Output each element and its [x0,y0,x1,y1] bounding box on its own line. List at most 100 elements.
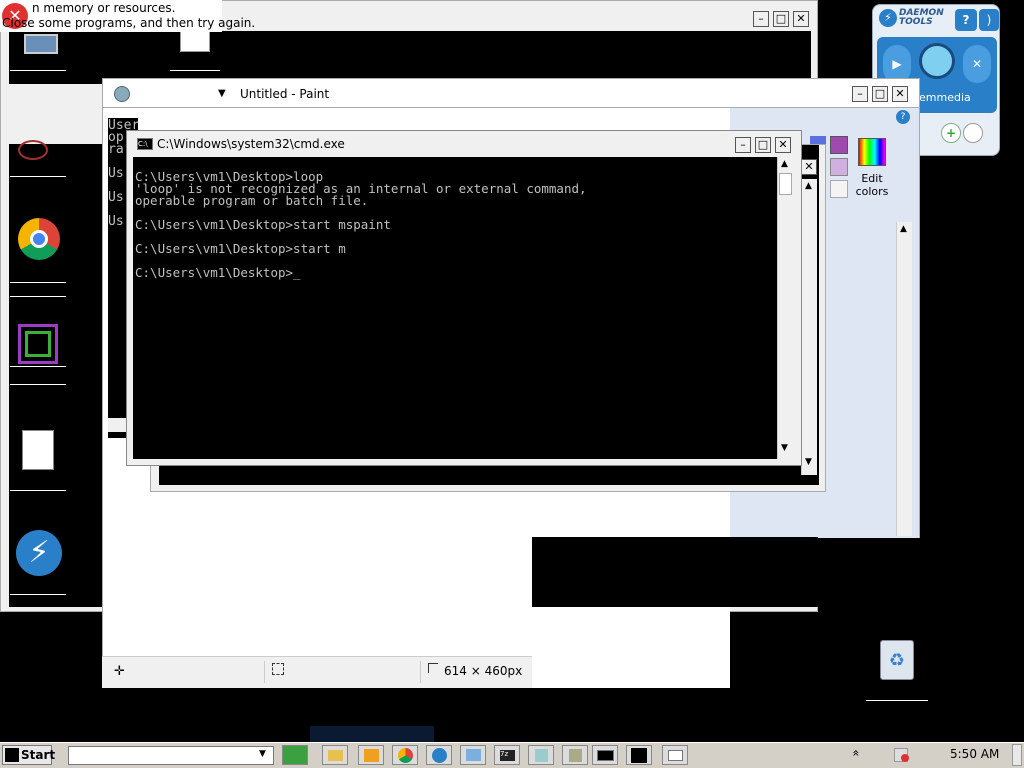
start-icon [5,748,19,762]
color-swatch-purple[interactable] [830,136,848,154]
tray-network-icon[interactable] [894,748,909,762]
desktop-icon-computer[interactable] [8,20,68,100]
daemon-small-icon [432,748,447,763]
daemon-help-button[interactable]: ? [955,9,977,31]
desktop-icon-network[interactable] [8,110,68,190]
bg-cmd-line-5: Us [108,214,124,229]
paint-small-icon [668,750,683,761]
cmd-line-6: C:\Users\vm1\Desktop>start m [135,241,346,256]
edit-colors-label: Edit colors [855,172,889,198]
maximize-button[interactable]: □ [773,11,789,27]
daemon-logo-text: DAEMON TOOLS [899,8,944,27]
cmd-small-icon [597,750,614,761]
scroll-thumb[interactable] [779,173,792,195]
cmd-console[interactable]: C:\Users\vm1\Desktop>loop 'loop' is not … [133,157,777,459]
cmd-close-button[interactable]: ✕ [775,137,791,153]
network-shortcut-icon [18,140,48,160]
taskbar-vm-button[interactable] [460,745,486,765]
cmd-title: C:\Windows\system32\cmd.exe [157,137,345,151]
paint-close-button[interactable]: ✕ [892,86,908,102]
error-popup: ✕ n memory or resources. Close some prog… [0,0,255,32]
chrome-icon [18,218,60,260]
settings-wrench-button[interactable]: ✕ [963,45,991,83]
paint-title: Untitled - Paint [240,87,330,101]
text-file-icon [22,430,54,470]
cmd-minimize-button[interactable]: – [735,137,751,153]
combo-dropdown-icon[interactable]: ▼ [259,749,266,759]
daemon-lock-button[interactable] [963,123,983,143]
error-line1: n memory or resources. [32,1,176,15]
virtual-windows-icon [18,324,58,364]
taskbar-window-button[interactable] [626,745,652,765]
tray-clock[interactable]: 5:50 AM [950,747,999,761]
chrome-small-icon [398,748,413,763]
color-swatch-lavender[interactable] [830,158,848,176]
taskbar-media-button[interactable] [358,745,384,765]
taskbar-daemon-button[interactable] [426,745,452,765]
cmd-line-4: C:\Users\vm1\Desktop>start mspaint [135,217,391,232]
computer-icon [24,34,58,54]
start-label: Start [21,748,56,762]
scroll-up-icon[interactable]: ▲ [781,159,788,169]
move-cursor-icon: ✛ [114,664,125,679]
canvas-size-text: 614 × 460px [444,664,523,678]
taskbar-notepad-button[interactable] [528,745,554,765]
cmd-window[interactable]: C:\ C:\Windows\system32\cmd.exe – □ ✕ C:… [126,130,802,466]
bg-cmd-line-4: Us [108,190,124,205]
color-swatch-empty[interactable] [830,180,848,198]
vm-icon [466,749,481,761]
taskbar-paint-button[interactable] [662,745,688,765]
media-player-icon [364,749,379,762]
quick-access-dropdown-icon[interactable]: ▼ [218,88,226,99]
bg-cmd-line-2: ra [108,142,124,157]
desktop-icon-chrome[interactable] [8,212,68,297]
behind-cmd-scrollbar[interactable]: ▲ ▼ [801,179,817,475]
notepad-icon [535,749,548,762]
lightning-icon: ⚡ [16,530,62,576]
behind-cmd-close-button[interactable]: ✕ [801,159,817,175]
address-combo[interactable]: ▼ [68,746,274,765]
taskbar-go-button[interactable] [282,745,308,765]
paint-app-icon[interactable] [114,86,130,102]
desktop-icon-virtualbox[interactable] [8,318,68,398]
taskbar-chrome-button[interactable] [392,745,418,765]
daemon-add-button[interactable]: + [941,123,961,143]
paint-vertical-scrollbar[interactable]: ▲ [896,222,912,536]
cmd-vertical-scrollbar[interactable]: ▲ ▼ [777,157,793,459]
tools-icon [569,749,582,762]
black-window-icon [631,748,647,763]
minimize-button[interactable]: – [753,11,769,27]
disc-icon [919,43,955,79]
cmd-line-8: C:\Users\vm1\Desktop>_ [135,265,301,280]
desktop-icon-text-file[interactable] [8,428,68,508]
folder-icon [328,750,343,761]
taskbar-cmd-button[interactable] [592,745,618,765]
daemon-logo-icon: ⚡ [879,9,897,27]
show-desktop-button[interactable] [1012,744,1022,766]
paint-status-bar: ✛ 614 × 460px [102,656,532,688]
7zip-icon: 7z [500,750,515,761]
tray-chevron[interactable]: » [849,749,863,756]
bg-cmd-line-3: Us [108,166,124,181]
close-button[interactable]: ✕ [793,11,809,27]
paint-maximize-button[interactable]: □ [872,86,888,102]
rss-icon[interactable]: ) [979,9,999,31]
daemon-media-label: emmedia [919,91,971,104]
error-line2: Close some programs, and then try again. [2,16,256,30]
edit-colors-button[interactable]: Edit colors [854,136,894,200]
paint-help-icon[interactable]: ? [896,110,910,124]
scroll-down-icon[interactable]: ▼ [781,443,788,453]
color-palette-icon [858,138,886,166]
taskbar-tools-button[interactable] [562,745,588,765]
canvas-size-icon [428,663,438,673]
paint-minimize-button[interactable]: – [852,86,868,102]
start-button[interactable]: Start [2,745,56,765]
cmd-line-2: operable program or batch file. [135,193,369,208]
cmd-app-icon[interactable]: C:\ [137,138,153,150]
cmd-maximize-button[interactable]: □ [755,137,771,153]
taskbar-explorer-button[interactable] [322,745,348,765]
taskbar-7zip-button[interactable]: 7z [494,745,520,765]
selection-icon [272,663,284,675]
taskbar-highlight [310,726,434,742]
desktop-icon-daemon-lite[interactable]: ⚡ [8,530,68,610]
